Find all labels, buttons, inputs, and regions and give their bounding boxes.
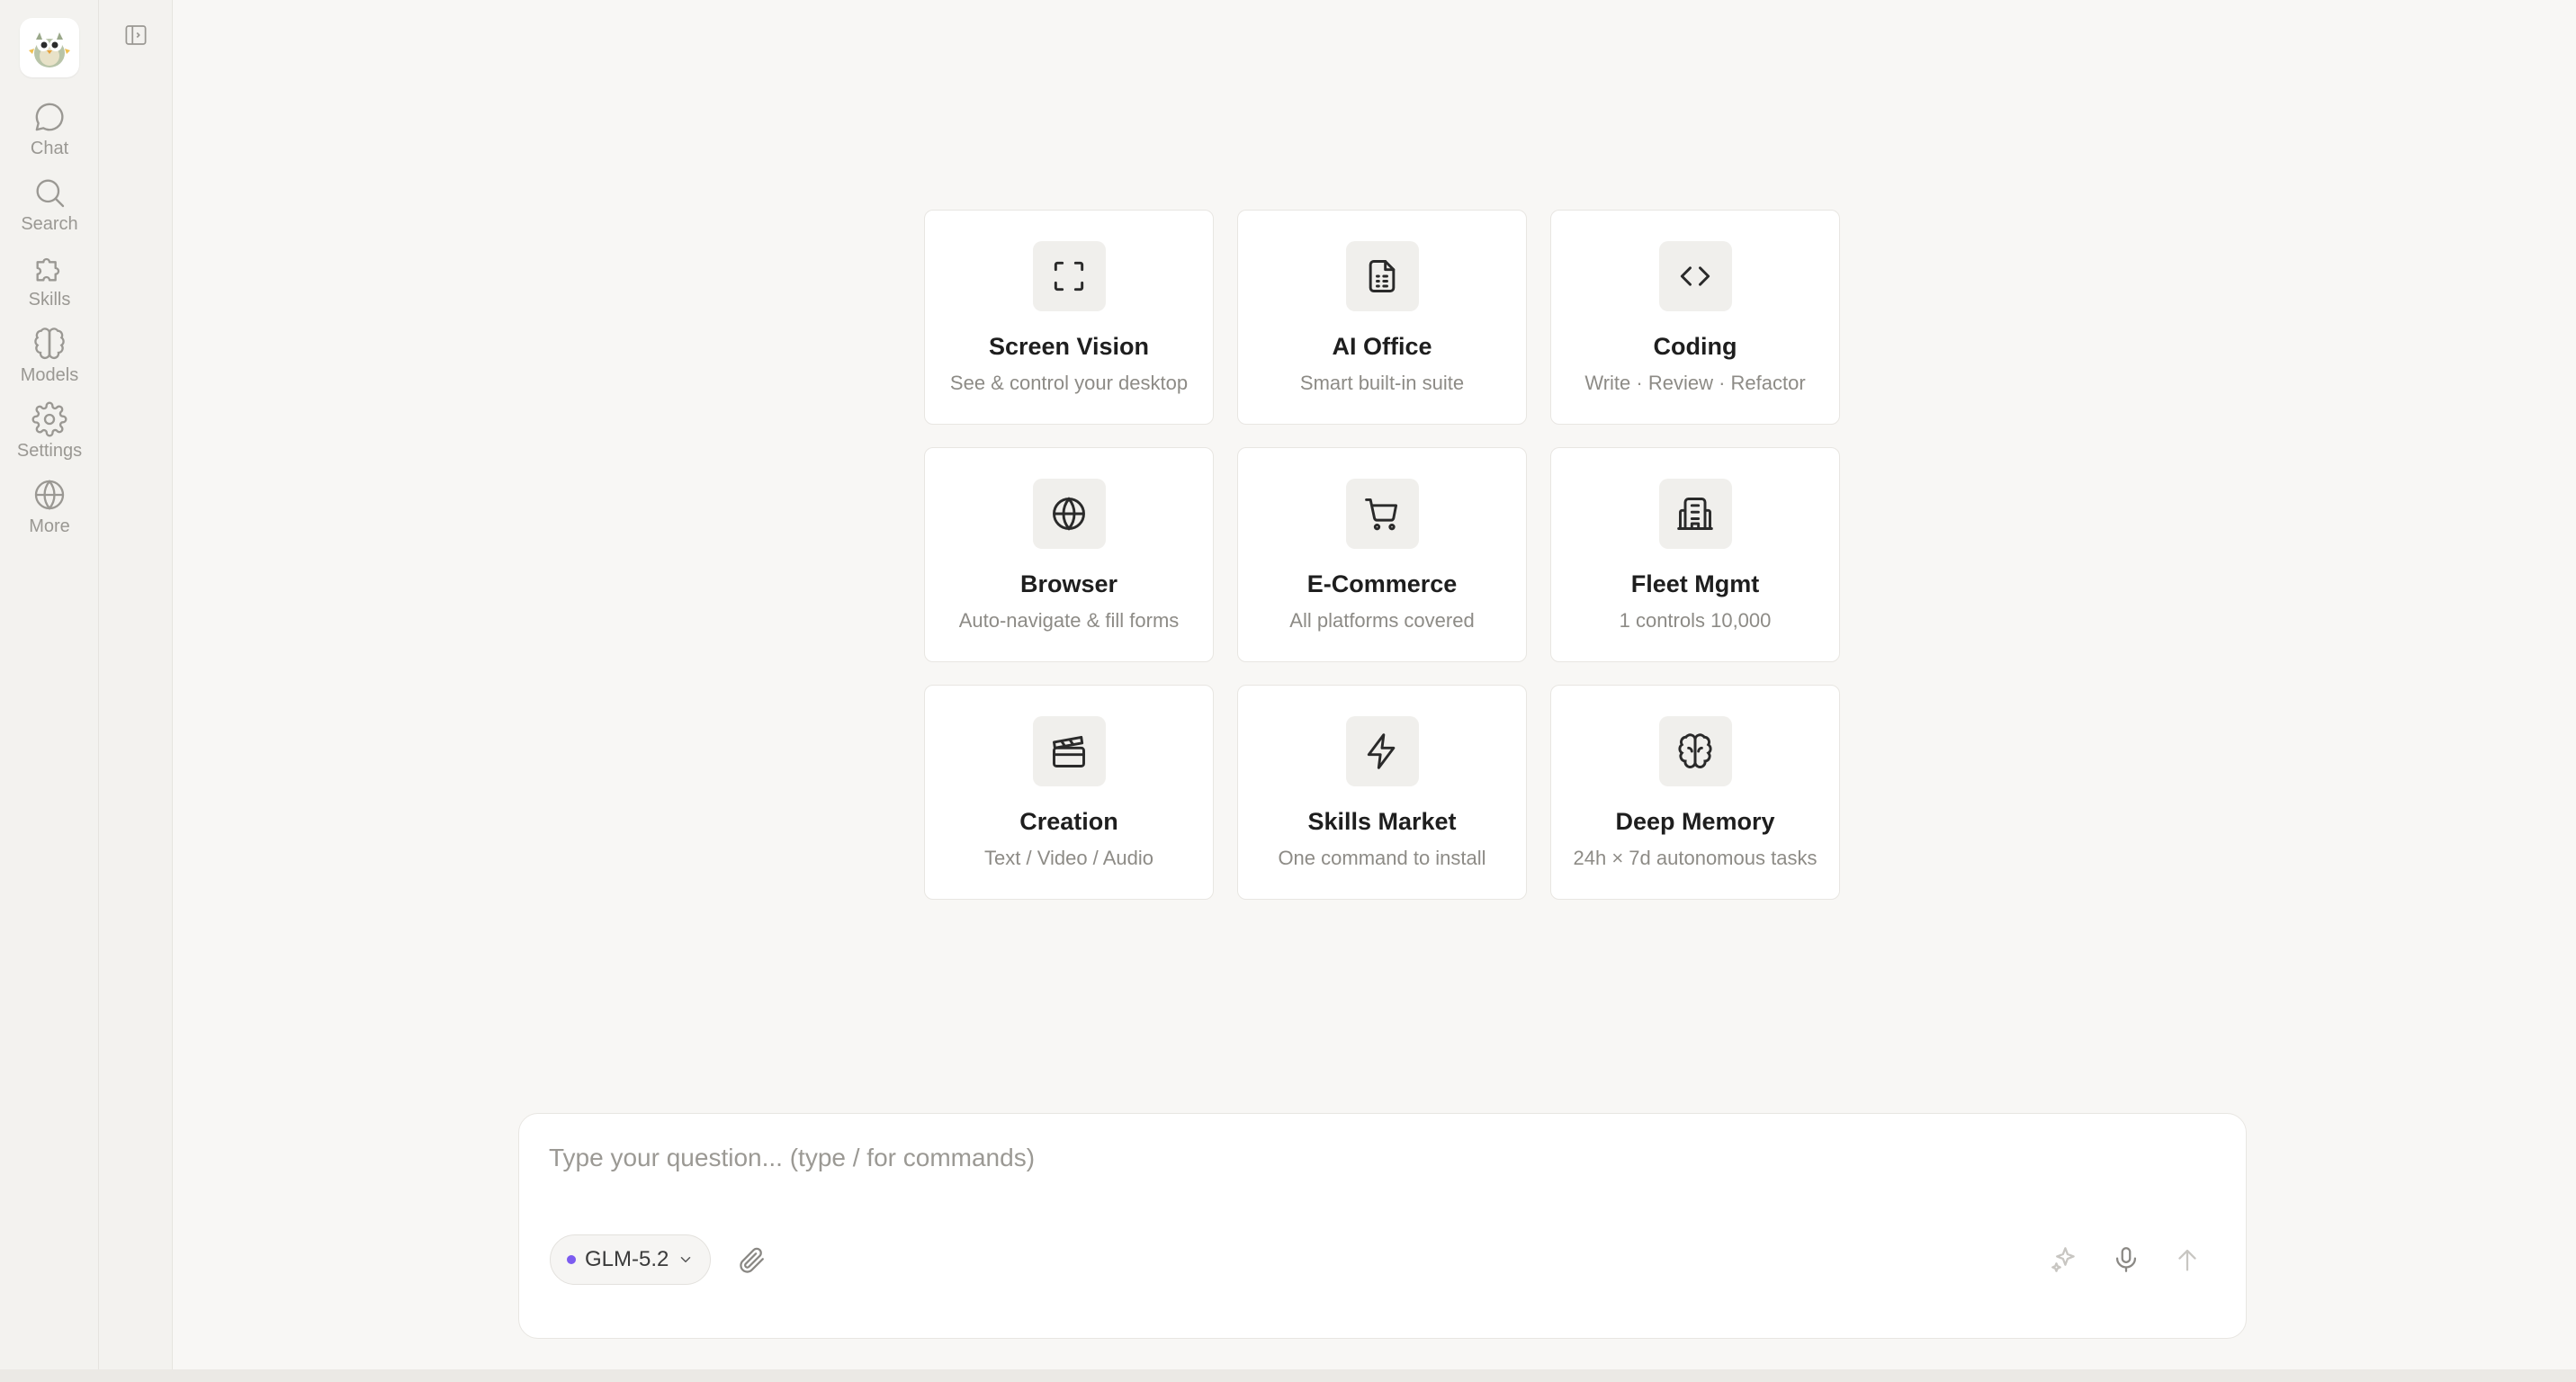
sparkle-icon (2051, 1247, 2075, 1272)
app-logo[interactable] (20, 18, 79, 77)
feature-grid: Screen Vision See & control your desktop… (924, 210, 1840, 900)
model-name: GLM-5.2 (585, 1247, 669, 1271)
voice-input-button[interactable] (2108, 1242, 2144, 1278)
card-fleet-mgmt[interactable]: Fleet Mgmt 1 controls 10,000 (1550, 447, 1840, 662)
card-subtitle: Auto-navigate & fill forms (958, 609, 1180, 632)
card-subtitle: 1 controls 10,000 (1619, 609, 1772, 632)
conversation-panel-collapsed (99, 0, 173, 1369)
sidebar-toggle-icon (125, 25, 147, 45)
sidebar-item-models[interactable]: Models (0, 326, 99, 396)
card-title: Fleet Mgmt (1630, 570, 1760, 597)
globe-icon (1053, 497, 1085, 531)
card-subtitle: Text / Video / Audio (984, 847, 1153, 869)
app-window: Chat Search Skills Models Settings More … (0, 0, 2576, 1382)
gear-icon (31, 401, 67, 437)
search-icon (36, 179, 65, 208)
sidebar-item-label: More (29, 516, 70, 536)
building-icon (1677, 498, 1713, 530)
sidebar-item-more[interactable]: More (0, 477, 99, 547)
card-title: Deep Memory (1615, 808, 1775, 835)
sidebar-item-label: Settings (16, 441, 83, 461)
code-icon (1680, 266, 1710, 286)
card-subtitle: All platforms covered (1289, 609, 1475, 632)
send-button[interactable] (2169, 1242, 2205, 1278)
card-icon-box (1345, 716, 1419, 786)
sidebar-item-search[interactable]: Search (0, 175, 99, 245)
card-icon-box (1658, 479, 1732, 549)
card-title: Coding (1653, 333, 1737, 360)
microphone-icon (2115, 1247, 2137, 1272)
card-creation[interactable]: Creation Text / Video / Audio (924, 685, 1214, 900)
chevron-down-icon (681, 1257, 691, 1262)
card-deep-memory[interactable]: Deep Memory 24h × 7d autonomous tasks (1550, 685, 1840, 900)
sidebar-item-skills[interactable]: Skills (0, 250, 99, 320)
card-title: AI Office (1332, 333, 1432, 360)
globe-icon (34, 480, 65, 510)
card-title: Screen Vision (988, 333, 1150, 360)
cart-icon (1365, 498, 1398, 531)
card-title: Creation (1019, 808, 1118, 835)
document-icon (1369, 260, 1396, 292)
card-title: E-Commerce (1306, 570, 1458, 597)
card-title: Browser (1019, 570, 1118, 597)
card-e-commerce[interactable]: E-Commerce All platforms covered (1237, 447, 1527, 662)
model-selector[interactable]: GLM-5.2 (550, 1234, 711, 1285)
card-skills-market[interactable]: Skills Market One command to install (1237, 685, 1527, 900)
puzzle-icon (36, 257, 60, 282)
sidebar-item-chat[interactable]: Chat (0, 99, 99, 169)
card-icon-box (1345, 479, 1419, 549)
card-ai-office[interactable]: AI Office Smart built-in suite (1237, 210, 1527, 425)
sidebar-item-label: Search (21, 214, 78, 234)
sidebar-item-label: Chat (30, 139, 69, 158)
card-icon-box (1658, 241, 1732, 311)
owl-mascot-icon (29, 32, 70, 67)
clapperboard-icon (1053, 735, 1085, 767)
scan-frame-icon (1054, 261, 1084, 292)
card-subtitle: One command to install (1278, 847, 1486, 869)
model-status-dot (567, 1255, 576, 1264)
card-subtitle: 24h × 7d autonomous tasks (1573, 847, 1818, 869)
card-subtitle: Smart built-in suite (1299, 372, 1465, 394)
magic-enhance-button[interactable] (2046, 1242, 2082, 1278)
card-coding[interactable]: Coding Write · Review · Refactor (1550, 210, 1840, 425)
card-icon-box (1032, 716, 1106, 786)
card-icon-box (1032, 241, 1106, 311)
sidebar-item-settings[interactable]: Settings (0, 401, 99, 471)
card-browser[interactable]: Browser Auto-navigate & fill forms (924, 447, 1214, 662)
card-icon-box (1345, 241, 1419, 311)
card-icon-box (1032, 479, 1106, 549)
message-composer: GLM-5.2 (518, 1113, 2247, 1339)
card-title: Skills Market (1307, 808, 1457, 835)
sidebar-item-label: Skills (28, 290, 71, 310)
arrow-up-icon (2178, 1249, 2196, 1271)
paperclip-icon (740, 1247, 764, 1273)
brain-icon (34, 328, 65, 360)
sidebar-rail: Chat Search Skills Models Settings More (0, 0, 99, 1369)
card-icon-box (1658, 716, 1732, 786)
chat-bubble-icon (35, 103, 64, 131)
window-bottom-edge (0, 1369, 2576, 1382)
card-screen-vision[interactable]: Screen Vision See & control your desktop (924, 210, 1214, 425)
card-subtitle: See & control your desktop (949, 372, 1189, 394)
lightning-icon (1367, 733, 1396, 769)
brain-icon (1678, 733, 1712, 768)
message-input[interactable] (549, 1137, 2213, 1179)
sidebar-item-label: Models (20, 365, 79, 385)
attach-button[interactable] (733, 1242, 769, 1278)
card-subtitle: Write · Review · Refactor (1584, 372, 1806, 394)
expand-sidebar-button[interactable] (121, 20, 151, 50)
